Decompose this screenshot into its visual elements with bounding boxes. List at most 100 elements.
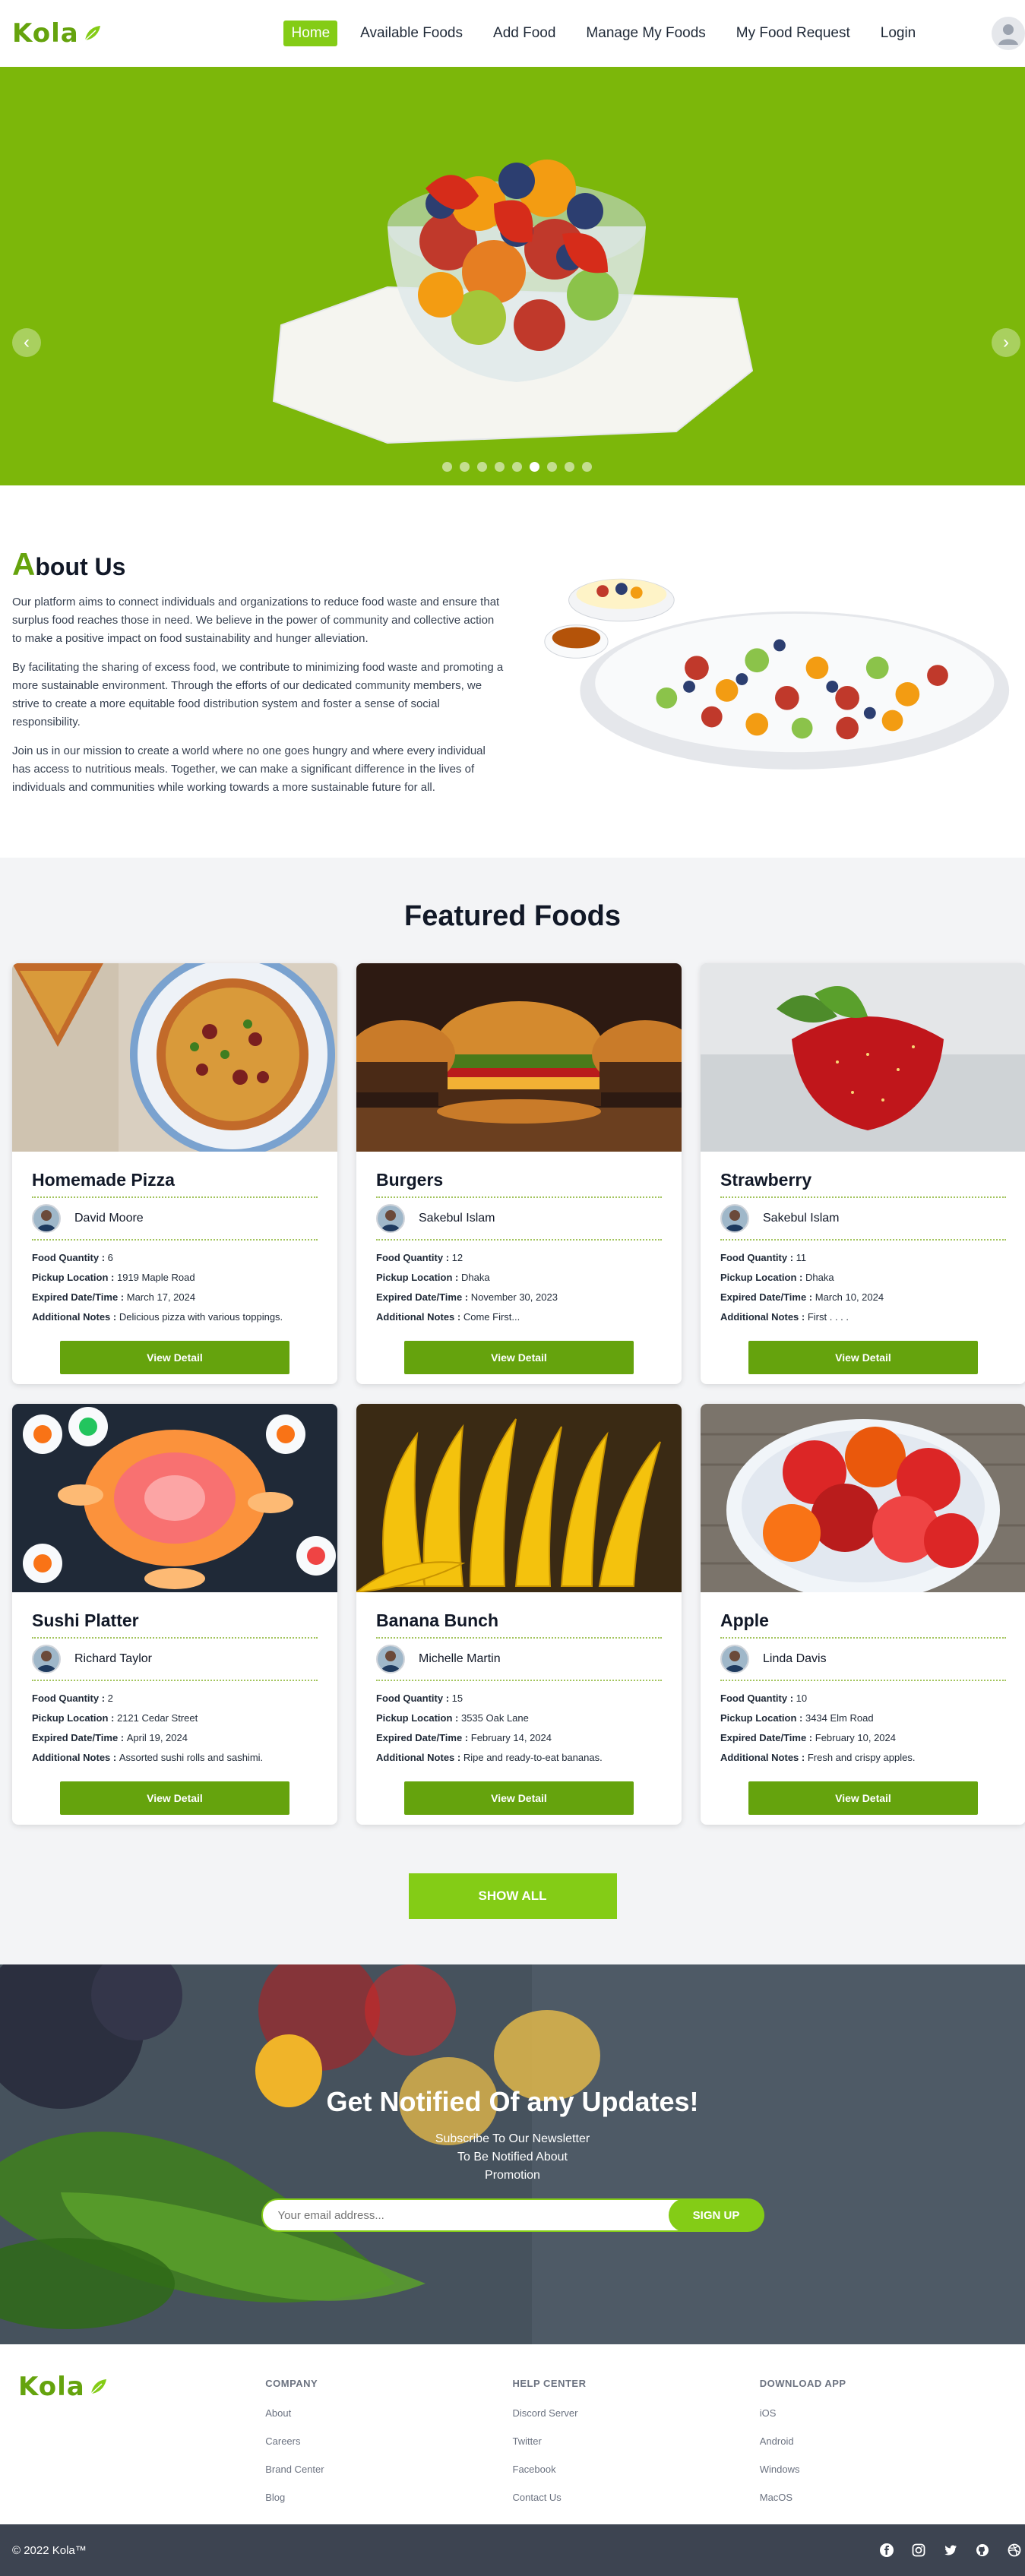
food-name: Burgers [376, 1170, 444, 1190]
footer-logo[interactable]: Kola [18, 2370, 265, 2509]
location-value: 3535 Oak Lane [460, 1712, 529, 1724]
view-detail-button[interactable]: View Detail [60, 1341, 289, 1374]
carousel-dot[interactable] [547, 462, 557, 472]
instagram-icon[interactable] [911, 2543, 926, 2558]
notes-value: Fresh and crispy apples. [807, 1752, 916, 1763]
food-grid: Homemade Pizza David Moore Food Quantity :… [12, 963, 1025, 1825]
additional-notes: Additional Notes : First . . . . [720, 1307, 1006, 1327]
notes-label: Additional Notes : [720, 1752, 808, 1763]
donor-info: David Moore [32, 1196, 318, 1241]
expired-value: November 30, 2023 [470, 1291, 558, 1303]
donor-name: Sakebul Islam [419, 1212, 495, 1225]
location-value: Dhaka [460, 1272, 490, 1283]
nav-add-food[interactable]: Add Food [486, 21, 563, 46]
carousel-next-button[interactable]: › [992, 328, 1020, 357]
github-icon[interactable] [975, 2543, 990, 2558]
food-image [12, 1404, 337, 1592]
food-image [701, 963, 1025, 1152]
donor-name: Sakebul Islam [763, 1212, 840, 1225]
quantity-value: 15 [451, 1693, 463, 1704]
nav-login[interactable]: Login [873, 21, 924, 46]
footer-link-discord[interactable]: Discord Server [513, 2407, 760, 2419]
footer-link-contact[interactable]: Contact Us [513, 2492, 760, 2503]
view-detail-button[interactable]: View Detail [748, 1781, 978, 1815]
food-card: Burgers Sakebul Islam Food Quantity : 12 Pi… [356, 963, 682, 1384]
footer-column-help-center: HELP CENTER Discord Server Twitter Faceb… [513, 2370, 760, 2509]
carousel-dot[interactable] [460, 462, 470, 472]
additional-notes: Additional Notes : Assorted sushi rolls … [32, 1748, 318, 1768]
dribbble-icon[interactable] [1007, 2543, 1022, 2558]
carousel-dot[interactable] [442, 462, 452, 472]
food-card: Apple Linda Davis Food Quantity : 10 Pickup… [701, 1404, 1025, 1825]
carousel-dot[interactable] [512, 462, 522, 472]
footer-link-windows[interactable]: Windows [760, 2464, 1007, 2475]
carousel-dot[interactable] [477, 462, 487, 472]
donor-name: Richard Taylor [74, 1652, 152, 1665]
notes-label: Additional Notes : [32, 1752, 119, 1763]
donor-name: Michelle Martin [419, 1652, 501, 1665]
notes-value: Delicious pizza with various toppings. [119, 1311, 283, 1323]
carousel-dots [442, 462, 592, 472]
expired-label: Expired Date/Time : [32, 1291, 127, 1303]
footer-link-about[interactable]: About [265, 2407, 512, 2419]
additional-notes: Additional Notes : Come First... [376, 1307, 662, 1327]
chevron-left-icon: ‹ [24, 332, 30, 352]
quantity-value: 6 [107, 1252, 113, 1263]
nav-manage-my-foods[interactable]: Manage My Foods [578, 21, 713, 46]
food-image [12, 963, 337, 1152]
quantity-label: Food Quantity : [720, 1252, 796, 1263]
view-detail-button[interactable]: View Detail [404, 1341, 634, 1374]
facebook-icon[interactable] [879, 2543, 894, 2558]
pickup-location: Pickup Location : Dhaka [376, 1268, 662, 1288]
footer-link-macos[interactable]: MacOS [760, 2492, 1007, 2503]
quantity-value: 2 [107, 1693, 113, 1704]
sign-up-button[interactable]: SIGN UP [668, 2198, 764, 2232]
footer-link-blog[interactable]: Blog [265, 2492, 512, 2503]
carousel-dot[interactable] [495, 462, 505, 472]
food-name: Strawberry [720, 1170, 812, 1190]
newsletter-form: SIGN UP [0, 2198, 1025, 2232]
view-detail-button[interactable]: View Detail [748, 1341, 978, 1374]
donor-avatar [376, 1645, 405, 1674]
notes-value: Ripe and ready-to-eat bananas. [463, 1752, 603, 1763]
carousel-dot[interactable] [582, 462, 592, 472]
twitter-icon[interactable] [943, 2543, 958, 2558]
footer-link-facebook[interactable]: Facebook [513, 2464, 760, 2475]
carousel-prev-button[interactable]: ‹ [12, 328, 41, 357]
nav-my-food-request[interactable]: My Food Request [729, 21, 858, 46]
footer-link-ios[interactable]: iOS [760, 2407, 1007, 2419]
footer-link-brand-center[interactable]: Brand Center [265, 2464, 512, 2475]
view-detail-button[interactable]: View Detail [60, 1781, 289, 1815]
footer-link-careers[interactable]: Careers [265, 2435, 512, 2447]
footer-link-android[interactable]: Android [760, 2435, 1007, 2447]
user-avatar-button[interactable] [992, 17, 1025, 50]
donor-avatar [720, 1204, 749, 1233]
expired-value: March 17, 2024 [126, 1291, 196, 1303]
food-info: Food Quantity : 6 Pickup Location : 1919 … [32, 1241, 318, 1327]
view-detail-button[interactable]: View Detail [404, 1781, 634, 1815]
food-info: Food Quantity : 2 Pickup Location : 2121 … [32, 1681, 318, 1768]
about-section: About Us Our platform aims to connect in… [0, 485, 1025, 858]
logo[interactable]: Kola [12, 18, 102, 49]
carousel-dot[interactable] [565, 462, 574, 472]
pickup-location: Pickup Location : 2121 Cedar Street [32, 1708, 318, 1728]
about-paragraph: Our platform aims to connect individuals… [12, 596, 500, 645]
notes-value: Come First... [463, 1311, 520, 1323]
donor-info: Sakebul Islam [720, 1196, 1006, 1241]
show-all-button[interactable]: SHOW ALL [408, 1873, 617, 1919]
food-quantity: Food Quantity : 12 [376, 1248, 662, 1268]
food-name: Apple [720, 1610, 769, 1630]
expired-label: Expired Date/Time : [720, 1732, 815, 1743]
footer-link-twitter[interactable]: Twitter [513, 2435, 760, 2447]
email-input[interactable] [261, 2198, 687, 2232]
footer-column-download-app: DOWNLOAD APP iOS Android Windows MacOS [760, 2370, 1007, 2509]
nav-home[interactable]: Home [283, 21, 338, 46]
about-text: About Us Our platform aims to connect in… [12, 546, 505, 803]
featured-title: Featured Foods [403, 900, 622, 932]
expired-date: Expired Date/Time : February 10, 2024 [720, 1728, 1006, 1748]
carousel-dot[interactable] [530, 462, 539, 472]
quantity-value: 12 [451, 1252, 463, 1263]
hero-carousel: ‹ › [0, 67, 1025, 485]
nav-available-foods[interactable]: Available Foods [353, 21, 470, 46]
newsletter-section: Get Notified Of any Updates! Subscribe T… [0, 1964, 1025, 2344]
